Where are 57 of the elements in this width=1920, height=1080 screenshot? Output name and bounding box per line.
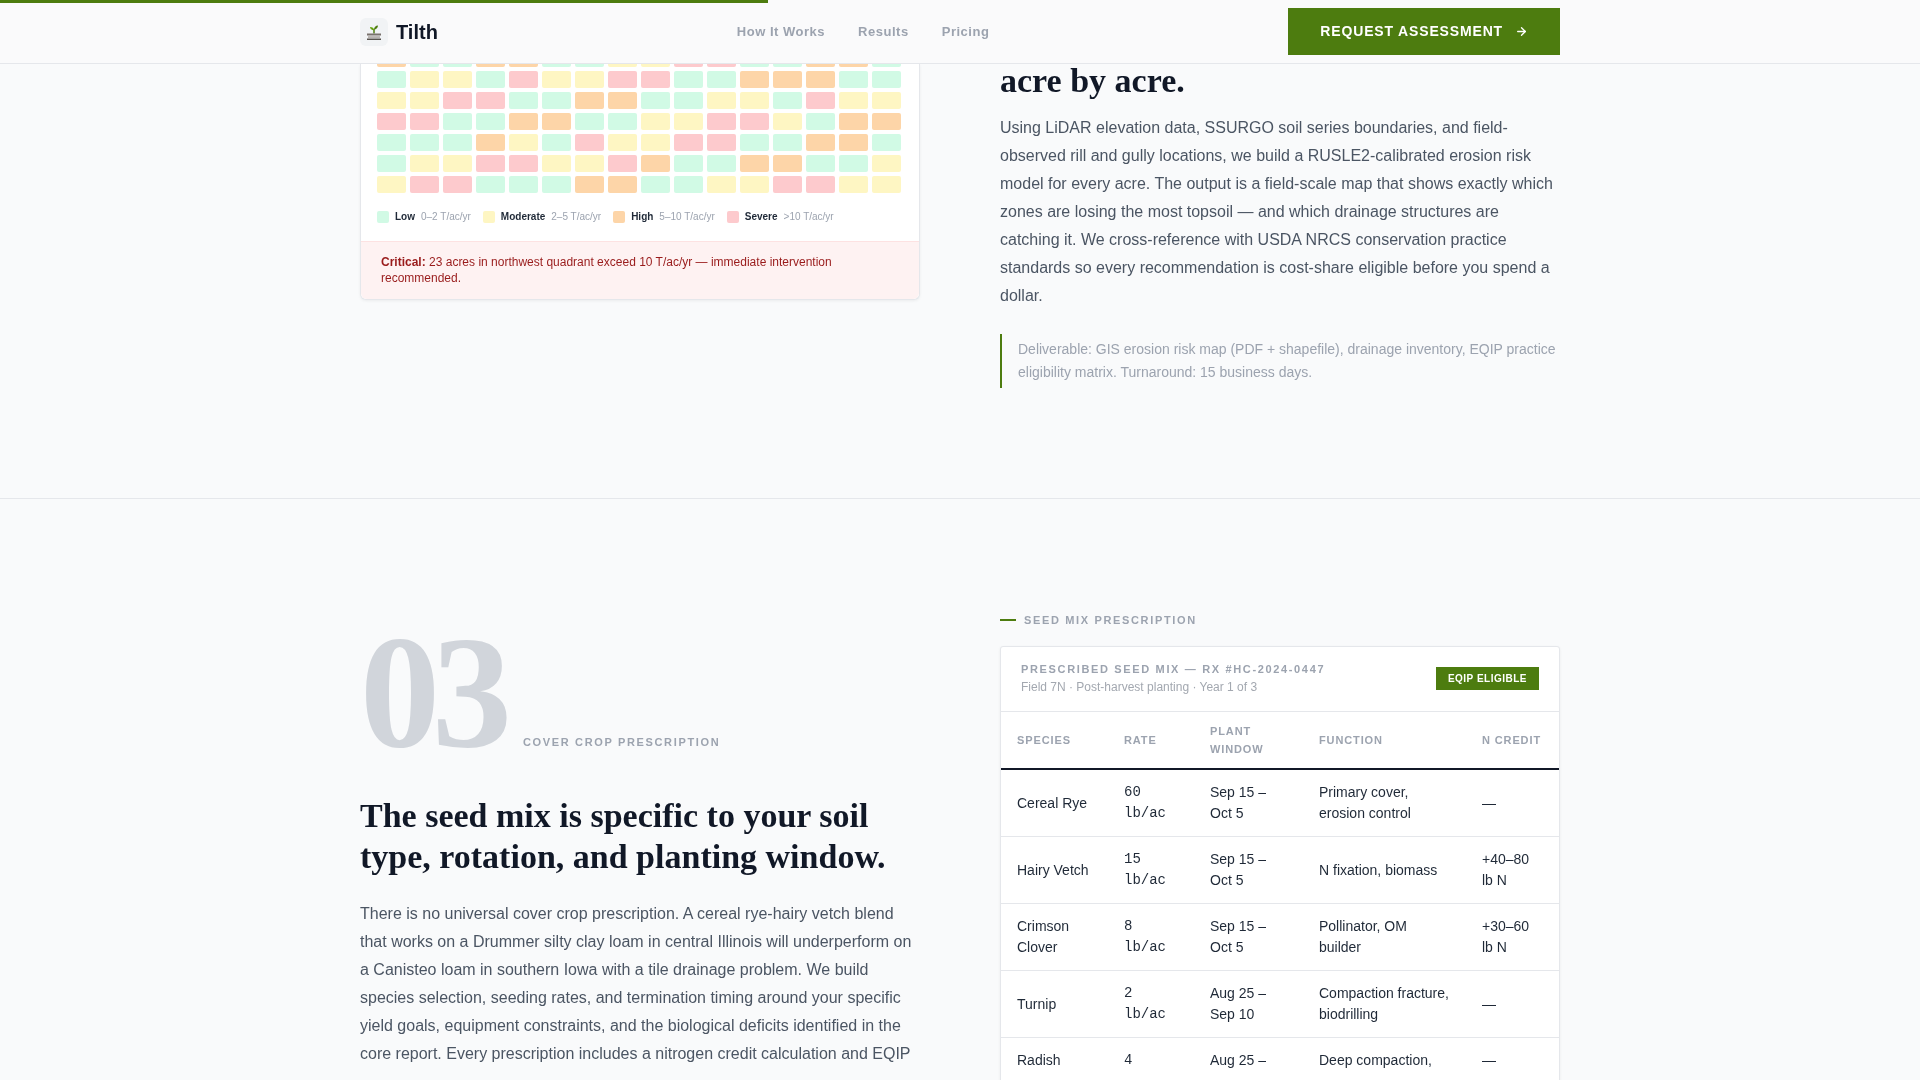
- table-cell: Aug 25 –: [1194, 1037, 1303, 1080]
- table-cell: +40–80 lb N: [1466, 836, 1559, 904]
- table-cell: 4: [1108, 1037, 1194, 1080]
- alert-text: Critical: 23 acres in northwest quadrant exceed 10 T/ac/yr — immediate intervention recommended.: [381, 254, 833, 286]
- table-cell: +30–60 lb N: [1466, 903, 1559, 971]
- table-cell: Sep 15 – Oct 5: [1194, 769, 1303, 837]
- legend-label: High: [631, 210, 654, 224]
- arrow-right-icon: [1515, 25, 1528, 38]
- table-cell: —: [1466, 970, 1559, 1038]
- table-cell: Aug 25 – Sep 10: [1194, 970, 1303, 1038]
- nav-link[interactable]: Pricing: [941, 21, 990, 42]
- table-cell: 8 lb/ac: [1108, 903, 1194, 971]
- table-cell: Hairy Vetch: [1001, 836, 1108, 904]
- table-cell: —: [1466, 1037, 1559, 1080]
- table-cell: Compaction fracture, biodrilling: [1303, 970, 1466, 1038]
- prescription-title: PRESCRIBED SEED MIX — RX #HC-2024-0447: [1021, 662, 1326, 677]
- prescription-subtitle: Field 7N · Post-harvest planting · Year 1 of 3: [1021, 679, 1259, 695]
- column-header: PLANT WINDOW: [1194, 712, 1303, 769]
- dash-icon: [1000, 619, 1016, 621]
- table-cell: Cereal Rye: [1001, 769, 1108, 837]
- table-cell: 15 lb/ac: [1108, 836, 1194, 904]
- body-paragraph: There is no universal cover crop prescription. A cereal rye-hairy vetch blend that works on a Drummer silty clay loam in central Illinois will underperform on a Canisteo loam in southern Iowa with a tile drainage problem. We build species selection, seeding rates, and termination timing around your specific yield goals, equipment constraints, and the biological deficits identified in the core report. Every prescription includes a nitrogen credit calculation and EQIP: [360, 903, 913, 1064]
- legend-range: 0–2 T/ac/yr: [421, 210, 471, 224]
- table-cell: Sep 15 – Oct 5: [1194, 836, 1303, 904]
- nav-link[interactable]: How It Works: [736, 21, 826, 42]
- section-heading: acre by acre.: [1000, 64, 1186, 98]
- table-cell: Sep 15 – Oct 5: [1194, 903, 1303, 971]
- brand-name[interactable]: Tilth: [396, 21, 438, 42]
- table-cell: Primary cover, erosion control: [1303, 769, 1466, 837]
- table-cell: —: [1466, 769, 1559, 837]
- table-cell: Pollinator, OM builder: [1303, 903, 1466, 971]
- legend-label: Severe: [744, 210, 778, 224]
- table-cell: 2 lb/ac: [1108, 970, 1194, 1038]
- panel-label: SEED MIX PRESCRIPTION: [1024, 613, 1197, 628]
- table-cell: Deep compaction,: [1303, 1037, 1466, 1080]
- legend-label: Moderate: [500, 210, 546, 224]
- legend-range: 2–5 T/ac/yr: [551, 210, 602, 224]
- deliverable-note: Deliverable: GIS erosion risk map (PDF + shapefile), drainage inventory, EQIP practice eligibility matrix. Turnaround: 15 business days.: [1000, 334, 1560, 388]
- sprout-icon: [360, 17, 388, 46]
- column-header: FUNCTION: [1303, 712, 1466, 769]
- column-header: N CREDIT: [1466, 712, 1559, 769]
- legend-range: 5–10 T/ac/yr: [659, 210, 715, 224]
- table-cell: Crimson Clover: [1001, 903, 1108, 971]
- nav-link[interactable]: Results: [858, 21, 909, 42]
- section-heading: The seed mix is specific to your soil type, rotation, and planting window.: [360, 796, 887, 877]
- table-cell: 60 lb/ac: [1108, 769, 1194, 837]
- column-header: SPECIES: [1001, 712, 1108, 769]
- legend-range: >10 T/ac/yr: [783, 210, 834, 224]
- request-assessment-button[interactable]: REQUEST ASSESSMENT: [1288, 8, 1560, 55]
- table-cell: Radish: [1001, 1037, 1108, 1080]
- eligibility-badge: EQIP ELIGIBLE: [1435, 666, 1539, 690]
- table-cell: Turnip: [1001, 970, 1108, 1038]
- column-header: RATE: [1108, 712, 1194, 769]
- legend-label: Low: [395, 210, 415, 224]
- step-label: COVER CROP PRESCRIPTION: [523, 735, 721, 750]
- table-cell: N fixation, biomass: [1303, 836, 1466, 904]
- body-paragraph: Using LiDAR elevation data, SSURGO soil series boundaries, and field-observed rill and gully locations, we build a RUSLE2-calibrated erosion risk model for every acre. The output is a field-scale map that shows exactly which zones are losing the most topsoil — and which drainage structures are catching it. We cross-reference with USDA NRCS conservation practice standards so every recommendation is cost-share eligible before you spend a dollar.: [1000, 118, 1554, 306]
